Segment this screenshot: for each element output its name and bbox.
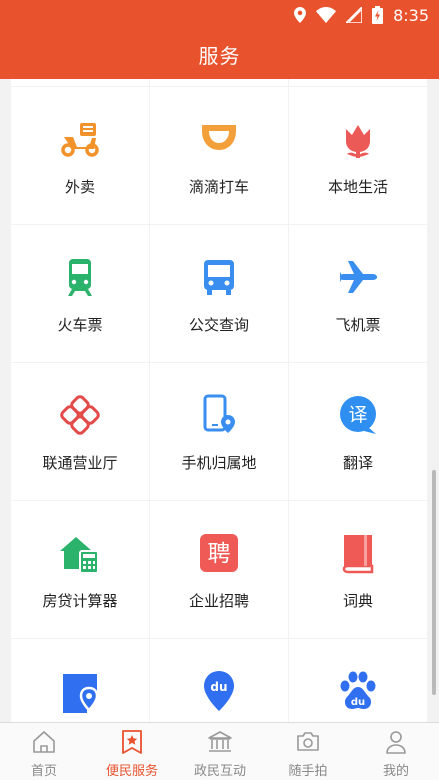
battery-charging-icon: [372, 6, 384, 24]
service-label: 词典: [342, 592, 373, 610]
status-time: 8:35: [393, 5, 429, 25]
tab-mine[interactable]: 我的: [352, 723, 439, 780]
du-location-pin-icon: du: [204, 671, 234, 711]
phone-location-icon: [203, 394, 235, 433]
page-title: 服务: [198, 44, 241, 68]
wifi-status-icon: [316, 7, 337, 23]
cellular-status-icon: [346, 7, 363, 23]
services-grid-viewport[interactable]: 外卖 滴滴打车 本地生活 火车票 公交查询 飞机票 联通营业厅 手机归属地 译 …: [0, 79, 439, 722]
house-calculator-icon: [60, 537, 99, 574]
du-glyph: du: [210, 680, 227, 694]
service-item-didi[interactable]: 滴滴打车: [150, 87, 288, 224]
translate-bubble-icon: 译: [340, 396, 376, 434]
service-label: 滴滴打车: [188, 178, 249, 196]
government-building-icon: [208, 731, 232, 752]
china-unicom-knot-icon: [60, 395, 100, 435]
bottom-tab-bar: 首页 便民服务 政民互动 随手拍 我的: [0, 722, 439, 780]
service-item-mortgage-calculator[interactable]: 房贷计算器: [11, 501, 149, 638]
service-item-local-life[interactable]: 本地生活: [289, 87, 427, 224]
service-item-flight-ticket[interactable]: 飞机票: [289, 225, 427, 362]
tab-government-interaction[interactable]: 政民互动: [176, 723, 264, 780]
status-bar: 8:35: [0, 0, 439, 30]
location-status-icon: [294, 7, 307, 23]
baidu-paw-icon: du: [340, 671, 376, 709]
dictionary-book-icon: [342, 535, 374, 574]
lotus-flower-icon: [346, 125, 370, 158]
map-location-icon: [63, 674, 99, 713]
tab-label: 我的: [382, 764, 409, 779]
service-label: 企业招聘: [188, 592, 249, 610]
service-cell-hidden: [11, 79, 149, 86]
star-bookmark-icon: [122, 730, 142, 754]
translate-glyph: 译: [348, 404, 367, 426]
tab-label: 随手拍: [288, 764, 328, 779]
service-item-translate[interactable]: 译 翻译: [289, 363, 427, 500]
tab-home[interactable]: 首页: [0, 723, 88, 780]
tab-label: 首页: [30, 764, 57, 779]
tab-snapshot[interactable]: 随手拍: [264, 723, 352, 780]
didi-logo-icon: [202, 125, 236, 150]
service-item-train-ticket[interactable]: 火车票: [11, 225, 149, 362]
recruit-glyph: 聘: [208, 541, 231, 567]
tab-convenience-services[interactable]: 便民服务: [88, 723, 176, 780]
service-item-unicom-hall[interactable]: 联通营业厅: [11, 363, 149, 500]
service-item-baidu-map[interactable]: du: [150, 639, 288, 722]
service-label: 手机归属地: [181, 454, 257, 472]
user-icon: [386, 731, 406, 754]
service-item-map[interactable]: [11, 639, 149, 722]
service-label: 本地生活: [327, 178, 388, 196]
tab-label: 便民服务: [105, 764, 158, 779]
service-item-takeout[interactable]: 外卖: [11, 87, 149, 224]
train-icon: [68, 259, 92, 296]
service-label: 飞机票: [335, 316, 381, 334]
tab-label: 政民互动: [193, 764, 246, 779]
camera-icon: [297, 732, 319, 751]
delivery-scooter-icon: [61, 123, 99, 157]
service-item-bus-query[interactable]: 公交查询: [150, 225, 288, 362]
service-label: 房贷计算器: [42, 592, 118, 610]
bus-icon: [204, 260, 234, 295]
service-cell-hidden: [289, 79, 427, 86]
service-cell-hidden: [150, 79, 288, 86]
airplane-icon: [340, 261, 377, 293]
home-icon: [33, 731, 55, 753]
service-item-dictionary[interactable]: 词典: [289, 501, 427, 638]
scrollbar[interactable]: [432, 470, 436, 695]
service-label: 外卖: [64, 178, 95, 196]
service-label: 公交查询: [188, 316, 249, 334]
recruit-icon: 聘: [200, 534, 238, 572]
app-header: 服务: [0, 30, 439, 79]
service-item-baidu[interactable]: du: [289, 639, 427, 722]
service-label: 火车票: [57, 316, 103, 334]
service-label: 翻译: [342, 454, 373, 472]
service-label: 联通营业厅: [42, 454, 118, 472]
du-glyph: du: [351, 697, 365, 708]
service-item-recruitment[interactable]: 聘 企业招聘: [150, 501, 288, 638]
status-icons: 8:35: [294, 5, 429, 25]
service-item-phone-location[interactable]: 手机归属地: [150, 363, 288, 500]
